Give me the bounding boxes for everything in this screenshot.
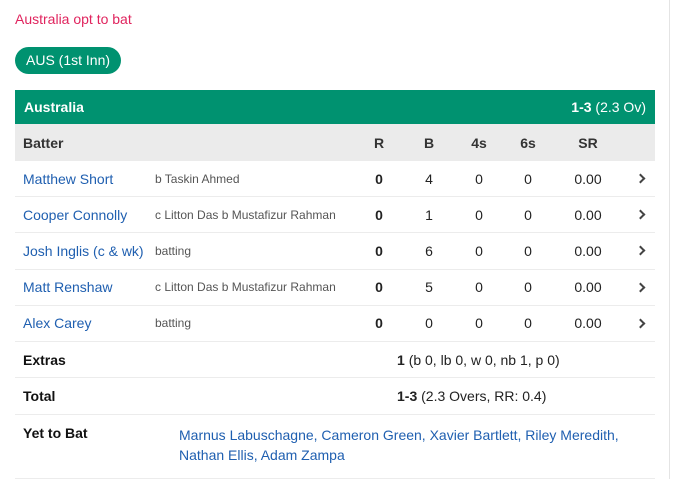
header-sixes: 6s [520, 134, 536, 151]
balls-value: 5 [425, 279, 433, 296]
strike-rate-value: 0.00 [574, 279, 602, 296]
header-batter: Batter [23, 134, 64, 151]
runs-value: 0 [375, 206, 383, 223]
fours-value: 0 [475, 279, 483, 296]
chevron-right-icon[interactable] [633, 306, 647, 341]
chevron-right-icon[interactable] [633, 270, 647, 305]
sixes-value: 0 [524, 206, 532, 223]
strike-rate-value: 0.00 [574, 206, 602, 223]
table-row[interactable]: Alex Carey batting 0 0 0 0 0.00 [15, 306, 655, 342]
runs-value: 0 [375, 170, 383, 187]
innings-tab-aus-1st[interactable]: AUS (1st Inn) [15, 47, 122, 74]
header-runs: R [373, 134, 385, 151]
sixes-value: 0 [524, 315, 532, 332]
extras-breakdown: (b 0, lb 0, w 0, nb 1, p 0) [408, 351, 560, 368]
fours-value: 0 [475, 170, 483, 187]
team-score: 1-3 (2.3 Ov) [571, 99, 646, 115]
sixes-value: 0 [524, 242, 532, 259]
chevron-right-icon[interactable] [633, 197, 647, 232]
total-detail: (2.3 Overs, RR: 0.4) [421, 388, 547, 405]
match-status: Australia opt to bat [15, 11, 132, 27]
table-header-row: Batter R B 4s 6s SR [15, 124, 655, 161]
chevron-right-icon[interactable] [633, 233, 647, 268]
batter-name-link[interactable]: Cooper Connolly [23, 197, 127, 232]
extras-label: Extras [23, 351, 66, 368]
sixes-value: 0 [524, 279, 532, 296]
extras-value: 1 (b 0, lb 0, w 0, nb 1, p 0) [397, 342, 560, 377]
batter-name-link[interactable]: Alex Carey [23, 306, 91, 341]
total-label: Total [23, 388, 56, 405]
dismissal-text: c Litton Das b Mustafizur Rahman [155, 207, 336, 222]
table-row[interactable]: Matthew Short b Taskin Ahmed 0 4 0 0 0.0… [15, 161, 655, 198]
table-row[interactable]: Matt Renshaw c Litton Das b Mustafizur R… [15, 270, 655, 306]
dismissal-text: batting [155, 243, 192, 258]
team-score-overs: (2.3 Ov) [595, 99, 646, 115]
yet-to-bat-row: Yet to Bat Marnus Labuschagne, Cameron G… [15, 415, 655, 479]
runs-value: 0 [375, 279, 383, 296]
fours-value: 0 [475, 315, 483, 332]
strike-rate-value: 0.00 [574, 242, 602, 259]
column-divider [669, 0, 670, 479]
team-header-bar: Australia 1-3 (2.3 Ov) [15, 90, 655, 124]
header-balls: B [423, 134, 435, 151]
batter-name-link[interactable]: Matt Renshaw [23, 270, 112, 305]
team-score-runs: 1-3 [571, 99, 592, 115]
table-row[interactable]: Josh Inglis (c & wk) batting 0 6 0 0 0.0… [15, 233, 655, 270]
batting-scorecard: Batter R B 4s 6s SR Matthew Short b Task… [15, 124, 655, 479]
strike-rate-value: 0.00 [574, 315, 602, 332]
team-name: Australia [24, 99, 84, 115]
header-strike-rate: SR [578, 134, 598, 151]
extras-total: 1 [397, 351, 405, 368]
total-row: Total 1-3 (2.3 Overs, RR: 0.4) [15, 378, 655, 415]
balls-value: 4 [425, 170, 433, 187]
fours-value: 0 [475, 206, 483, 223]
table-row[interactable]: Cooper Connolly c Litton Das b Mustafizu… [15, 197, 655, 234]
batter-name-link[interactable]: Josh Inglis (c & wk) [23, 233, 144, 268]
balls-value: 0 [425, 315, 433, 332]
dismissal-text: b Taskin Ahmed [155, 171, 240, 186]
batter-name-link[interactable]: Matthew Short [23, 161, 113, 196]
chevron-right-icon[interactable] [633, 161, 647, 196]
yet-to-bat-label: Yet to Bat [23, 424, 88, 441]
extras-row: Extras 1 (b 0, lb 0, w 0, nb 1, p 0) [15, 342, 655, 379]
total-value: 1-3 (2.3 Overs, RR: 0.4) [397, 378, 546, 413]
dismissal-text: c Litton Das b Mustafizur Rahman [155, 280, 336, 295]
fours-value: 0 [475, 242, 483, 259]
sixes-value: 0 [524, 170, 532, 187]
yet-to-bat-players[interactable]: Marnus Labuschagne, Cameron Green, Xavie… [179, 425, 649, 465]
header-fours: 4s [471, 134, 487, 151]
dismissal-text: batting [155, 316, 192, 331]
balls-value: 1 [425, 206, 433, 223]
balls-value: 6 [425, 242, 433, 259]
strike-rate-value: 0.00 [574, 170, 602, 187]
runs-value: 0 [375, 242, 383, 259]
total-score: 1-3 [397, 388, 418, 405]
runs-value: 0 [375, 315, 383, 332]
